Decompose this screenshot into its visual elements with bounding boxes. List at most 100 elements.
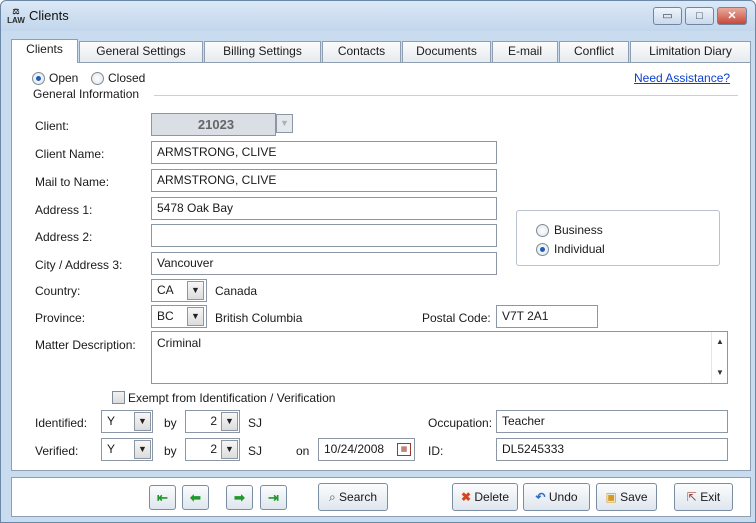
- window-title: Clients: [29, 8, 69, 23]
- verified-dropdown-button[interactable]: ▼: [134, 440, 151, 459]
- verified-value: Y: [107, 442, 116, 456]
- matter-scrollbar[interactable]: ▲ ▼: [711, 332, 727, 383]
- province-name: British Columbia: [215, 311, 303, 325]
- group-title: General Information: [33, 87, 140, 101]
- undo-button[interactable]: ↶ Undo: [523, 483, 590, 511]
- open-radio[interactable]: [32, 72, 45, 85]
- tab-documents[interactable]: Documents: [402, 41, 491, 62]
- occupation-field[interactable]: Teacher: [496, 410, 728, 433]
- matter-description-textarea[interactable]: Criminal ▲ ▼: [151, 331, 728, 384]
- open-label: Open: [49, 71, 79, 85]
- identified-value: Y: [107, 414, 116, 428]
- maximize-button[interactable]: □: [685, 7, 714, 25]
- id-label: ID:: [428, 444, 444, 458]
- province-dropdown-button[interactable]: ▼: [187, 307, 204, 326]
- city-field[interactable]: Vancouver: [151, 252, 497, 275]
- country-name: Canada: [215, 284, 258, 298]
- undo-icon: ↶: [535, 490, 546, 504]
- tab-conflict[interactable]: Conflict: [559, 41, 629, 62]
- province-label: Province:: [35, 311, 86, 325]
- next-record-button[interactable]: ➡: [226, 485, 253, 510]
- search-button[interactable]: ⌕ Search: [318, 483, 388, 511]
- title-bar: ⚖ LAW Clients ▭ □ ✕: [1, 1, 755, 31]
- identified-by-dropdown-button[interactable]: ▼: [221, 412, 238, 431]
- exit-button[interactable]: ⇱ Exit: [674, 483, 733, 511]
- clients-window: ⚖ LAW Clients ▭ □ ✕ Clients General Setti…: [0, 0, 756, 523]
- exit-label: Exit: [700, 490, 721, 504]
- matter-description-text: Criminal: [157, 336, 202, 350]
- mail-to-name-field[interactable]: ARMSTRONG, CLIVE: [151, 169, 497, 192]
- tab-clients[interactable]: Clients: [11, 39, 78, 63]
- postal-code-label: Postal Code:: [422, 311, 491, 325]
- exempt-label: Exempt from Identification / Verificatio…: [128, 391, 336, 405]
- tab-general-settings[interactable]: General Settings: [79, 41, 203, 62]
- postal-code-field[interactable]: V7T 2A1: [496, 305, 598, 328]
- identified-initials: SJ: [248, 416, 263, 430]
- save-button[interactable]: ▣ Save: [596, 483, 657, 511]
- first-record-button[interactable]: ⇤: [149, 485, 176, 510]
- verified-on-label: on: [296, 444, 310, 458]
- delete-button[interactable]: ✖ Delete: [452, 483, 518, 511]
- exit-door-icon: ⇱: [686, 490, 697, 504]
- country-dropdown-button[interactable]: ▼: [187, 281, 204, 300]
- matter-description-label: Matter Description:: [35, 338, 136, 352]
- tab-contacts[interactable]: Contacts: [322, 41, 401, 62]
- group-divider: [154, 95, 738, 96]
- closed-radio[interactable]: [91, 72, 104, 85]
- identified-label: Identified:: [35, 416, 88, 430]
- id-field[interactable]: DL5245333: [496, 438, 728, 461]
- entity-type-box: Business Individual: [516, 210, 720, 266]
- previous-record-button[interactable]: ⬅: [182, 485, 209, 510]
- tab-limitation-diary[interactable]: Limitation Diary: [630, 41, 751, 62]
- province-code: BC: [157, 309, 174, 323]
- client-number-field[interactable]: 21023: [151, 113, 276, 136]
- need-assistance-link[interactable]: Need Assistance?: [634, 71, 730, 85]
- address-1-label: Address 1:: [35, 203, 93, 217]
- exempt-checkbox[interactable]: [112, 391, 125, 404]
- client-name-field[interactable]: ARMSTRONG, CLIVE: [151, 141, 497, 164]
- undo-label: Undo: [548, 490, 578, 504]
- tab-strip: Clients General Settings Billing Setting…: [11, 39, 751, 63]
- verified-initials: SJ: [248, 444, 263, 458]
- country-label: Country:: [35, 284, 81, 298]
- address-2-label: Address 2:: [35, 230, 93, 244]
- first-record-icon: ⇤: [157, 490, 168, 505]
- calendar-icon[interactable]: ▦: [397, 443, 411, 456]
- identified-by-label: by: [164, 416, 177, 430]
- scroll-up-arrow-icon[interactable]: ▲: [716, 337, 724, 346]
- business-radio[interactable]: [536, 224, 549, 237]
- business-label: Business: [554, 223, 603, 237]
- last-record-button[interactable]: ⇥: [260, 485, 287, 510]
- address-2-field[interactable]: [151, 224, 497, 247]
- scroll-down-arrow-icon[interactable]: ▼: [716, 368, 724, 377]
- occupation-label: Occupation:: [428, 416, 493, 430]
- tab-billing-settings[interactable]: Billing Settings: [204, 41, 321, 62]
- search-icon: ⌕: [328, 490, 336, 504]
- tab-email[interactable]: E-mail: [492, 41, 558, 62]
- footer-toolbar: ⇤ ⬅ ➡ ⇥ ⌕ Search ✖ Delete ↶ Undo ▣ Save …: [11, 477, 751, 517]
- verified-label: Verified:: [35, 444, 79, 458]
- verified-by-value: 2: [210, 442, 217, 456]
- clients-panel: Open Closed Need Assistance? General Inf…: [11, 62, 751, 471]
- identified-dropdown-button[interactable]: ▼: [134, 412, 151, 431]
- identified-by-value: 2: [210, 414, 217, 428]
- search-label: Search: [339, 490, 378, 504]
- previous-arrow-icon: ⬅: [190, 490, 201, 505]
- country-code: CA: [157, 283, 174, 297]
- save-label: Save: [620, 490, 648, 504]
- verified-by-label: by: [164, 444, 177, 458]
- mail-to-name-label: Mail to Name:: [35, 175, 110, 189]
- address-1-field[interactable]: 5478 Oak Bay: [151, 197, 497, 220]
- individual-label: Individual: [554, 242, 605, 256]
- app-logo-icon: ⚖ LAW: [7, 7, 25, 25]
- close-button[interactable]: ✕: [717, 7, 747, 25]
- save-icon: ▣: [605, 490, 617, 504]
- client-name-label: Client Name:: [35, 147, 105, 161]
- individual-radio[interactable]: [536, 243, 549, 256]
- client-dropdown-button[interactable]: ▼: [276, 114, 293, 133]
- last-record-icon: ⇥: [268, 490, 279, 505]
- delete-label: Delete: [474, 490, 510, 504]
- minimize-button[interactable]: ▭: [653, 7, 682, 25]
- verified-by-dropdown-button[interactable]: ▼: [221, 440, 238, 459]
- delete-icon: ✖: [460, 490, 472, 504]
